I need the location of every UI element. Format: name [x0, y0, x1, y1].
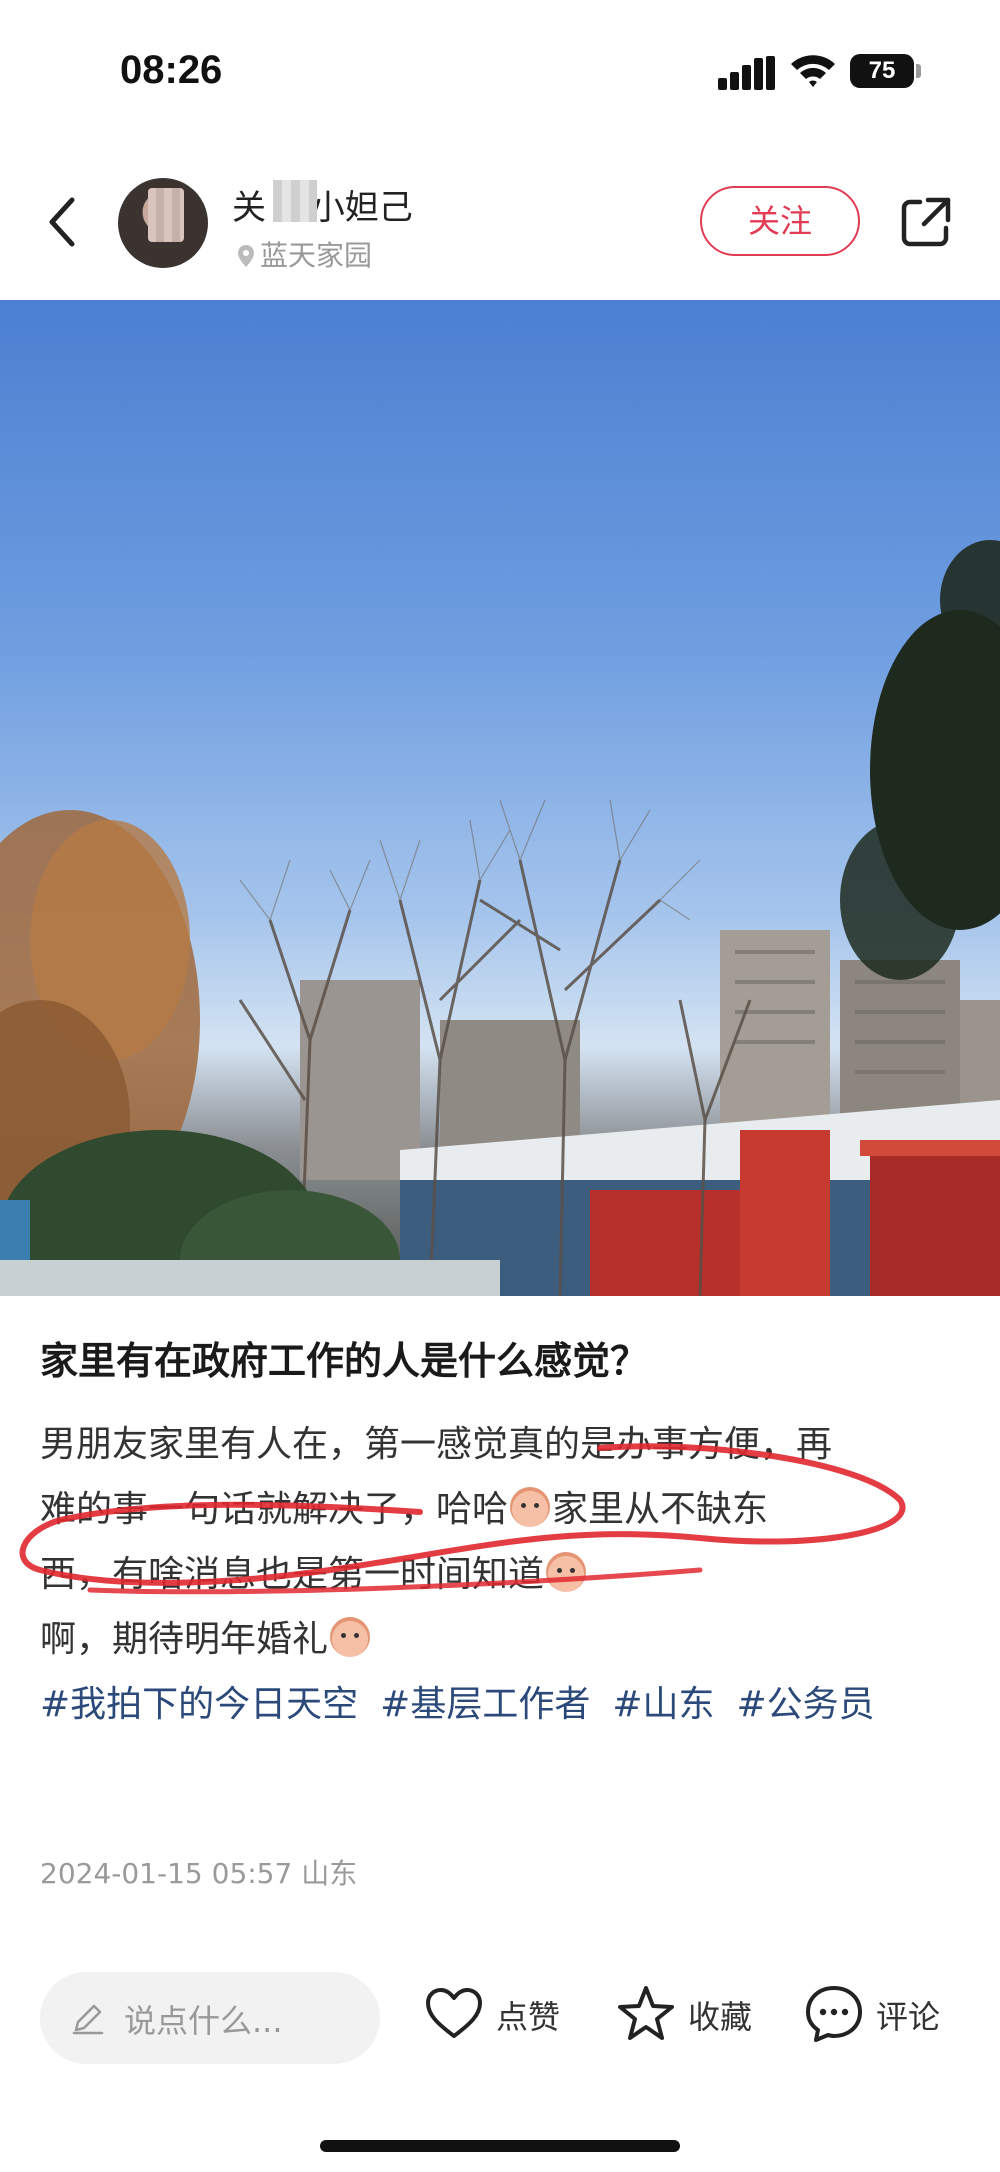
comment-bubble-icon — [806, 1986, 862, 2042]
body-line-2-tail: 家里从不缺东 — [552, 1489, 769, 1530]
photo-scene — [0, 540, 1000, 1296]
status-time: 08:26 — [120, 48, 223, 92]
smile-emoji-icon — [546, 1552, 587, 1592]
home-indicator[interactable] — [320, 2140, 680, 2152]
tag-sky[interactable]: #我拍下的今日天空 — [40, 1684, 358, 1725]
avatar[interactable] — [118, 178, 208, 268]
collect-label: 收藏 — [688, 1998, 753, 2036]
location[interactable]: 蓝天家园 — [236, 234, 372, 274]
like-label: 点赞 — [496, 1998, 561, 2036]
tag-shandong[interactable]: #山东 — [612, 1684, 714, 1725]
body-line-1: 男朋友家里有人在，第一感觉真的是办事方便，再 — [40, 1424, 833, 1465]
location-label: 蓝天家园 — [260, 239, 373, 272]
name-blur — [273, 180, 317, 222]
back-icon[interactable] — [40, 190, 84, 254]
battery-tip — [916, 64, 921, 78]
comment-label: 评论 — [876, 1998, 941, 2036]
heart-icon — [426, 1988, 482, 2038]
bottom-action-bar: 说点什么... 点赞 收藏 评论 — [0, 1960, 1000, 2080]
post-title: 家里有在政府工作的人是什么感觉？ — [40, 1339, 649, 1383]
follow-button[interactable]: 关注 — [700, 186, 860, 256]
tag-list: #我拍下的今日天空 #基层工作者 #山东 #公务员 — [40, 1672, 970, 1738]
body-line-3: 西，有啥消息也是第一时间知道 — [40, 1542, 965, 1607]
body-line-3-text: 西，有啥消息也是第一时间知道 — [40, 1554, 545, 1595]
location-pin-icon — [238, 245, 254, 267]
author-name[interactable]: 关 的小妲己 — [232, 180, 413, 229]
wifi-icon — [791, 55, 835, 87]
post-photo[interactable] — [0, 300, 1000, 1296]
body-line-2-text: 难的事一句话就解决了，哈哈 — [40, 1489, 509, 1530]
share-icon[interactable] — [898, 194, 954, 250]
avatar-blur — [148, 188, 184, 242]
comment-input[interactable]: 说点什么... — [40, 1972, 380, 2064]
post-header: 关 的小妲己 蓝天家园 关注 — [0, 150, 1000, 300]
body-line-4-text: 啊，期待明年婚礼 — [40, 1619, 329, 1660]
star-icon — [618, 1986, 674, 2040]
battery-icon: 75 — [850, 54, 914, 88]
signal-icon — [718, 56, 775, 90]
tag-grassroots[interactable]: #基层工作者 — [380, 1684, 590, 1725]
body-line-2: 难的事一句话就解决了，哈哈 家里从不缺东 — [40, 1477, 965, 1542]
pencil-icon — [72, 2004, 104, 2035]
tag-civil-servant[interactable]: #公务员 — [737, 1684, 875, 1725]
shy-emoji-icon — [330, 1617, 371, 1657]
post-date-location: 2024-01-15 05:57 山东 — [40, 1857, 358, 1890]
body-line-4: 啊，期待明年婚礼 — [40, 1607, 965, 1672]
comment-placeholder: 说点什么... — [124, 2002, 283, 2040]
status-bar: 08:26 75 — [0, 0, 1000, 150]
post-body: 男朋友家里有人在，第一感觉真的是办事方便，再 难的事一句话就解决了，哈哈 家里从不… — [40, 1412, 965, 1672]
laughing-emoji-icon — [510, 1487, 551, 1527]
